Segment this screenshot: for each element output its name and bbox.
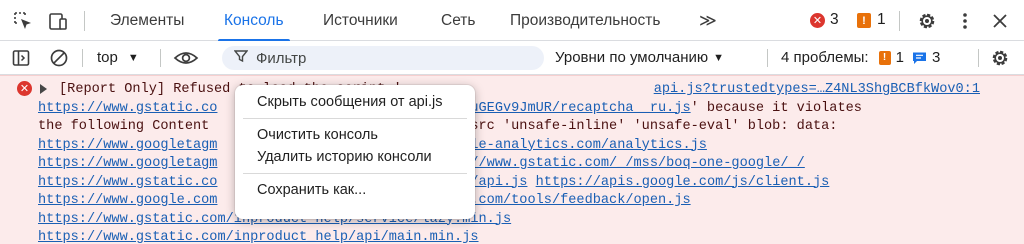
console-toolbar: top ▼ Фильтр Уровни по умолчанию ▼ 4 про… (0, 41, 1024, 75)
more-tabs-icon[interactable]: ≫ (699, 0, 717, 41)
menu-separator (243, 173, 467, 174)
divider (82, 49, 83, 67)
message-text-fragment: ' because it violates (690, 100, 862, 116)
message-line: https://www.gstatic.com/inproduct_help/a… (38, 229, 479, 244)
device-toolbar-icon[interactable] (45, 8, 71, 34)
tab-sources[interactable]: Источники (323, 0, 398, 41)
message-text-fragment: the following Content (38, 119, 218, 134)
menu-item-hide-messages[interactable]: Скрыть сообщения от api.js (235, 91, 475, 113)
dropdown-arrow-icon: ▼ (127, 51, 139, 64)
issues-counter[interactable]: 4 проблемы: ! 1 3 (781, 41, 940, 74)
select-element-icon[interactable] (10, 8, 36, 34)
url-link[interactable]: https://www.googletagm (38, 156, 217, 171)
url-link[interactable]: https://www.gstatic.com/_/mss/boq-one-go… (421, 156, 804, 171)
filter-funnel-icon (233, 49, 249, 67)
show-sidebar-icon[interactable] (11, 41, 31, 74)
warning-icon[interactable]: ! (857, 13, 871, 28)
tab-console[interactable]: Консоль (218, 0, 290, 42)
menu-separator (243, 118, 467, 119)
context-menu: Скрыть сообщения от api.js Очистить конс… (235, 85, 475, 219)
log-levels-label: Уровни по умолчанию (555, 49, 709, 66)
issues-label: 4 проблемы: (781, 49, 869, 66)
tab-network[interactable]: Сеть (441, 0, 475, 41)
error-icon: ✕ (17, 81, 32, 96)
live-expression-eye-icon[interactable] (173, 41, 199, 74)
filter-placeholder: Фильтр (256, 49, 307, 67)
log-levels-dropdown[interactable]: Уровни по умолчанию ▼ (555, 41, 724, 74)
menu-item-clear-history[interactable]: Удалить историю консоли (235, 146, 475, 168)
info-message-icon (912, 51, 927, 65)
warning-count[interactable]: 1 (877, 11, 886, 29)
issues-info-count: 3 (931, 49, 941, 66)
error-icon[interactable]: ✕ (810, 13, 825, 28)
tab-elements[interactable]: Элементы (110, 0, 184, 41)
url-link[interactable]: https://apis.google.com/js/client.js (536, 175, 830, 190)
clear-console-icon[interactable] (49, 41, 69, 74)
warning-icon: ! (878, 50, 891, 65)
more-options-icon[interactable] (952, 8, 978, 34)
divider (160, 49, 161, 67)
divider (899, 11, 900, 31)
divider (978, 49, 979, 67)
url-link[interactable]: https://www.google.com (38, 193, 217, 208)
settings-gear-icon[interactable] (914, 8, 940, 34)
tab-performance[interactable]: Производительность (510, 0, 660, 41)
issues-warning-count: 1 (895, 49, 904, 66)
menu-item-clear-console[interactable]: Очистить консоль (235, 124, 475, 146)
devtools-tab-bar: Элементы Консоль Источники Сеть Производ… (0, 0, 1024, 42)
url-link[interactable]: https://www.gstatic.co (38, 101, 217, 116)
console-error-message[interactable]: ✕ api.js?trustedtypes=…Z4NL3ShgBCBfkWov0… (0, 75, 1024, 244)
context-selector[interactable]: top ▼ (97, 41, 139, 74)
menu-item-save-as[interactable]: Сохранить как... (235, 179, 475, 201)
expand-triangle-icon[interactable] (40, 84, 47, 94)
context-selector-value: top (97, 49, 118, 66)
console-settings-gear-icon[interactable] (989, 41, 1011, 74)
close-icon[interactable] (987, 8, 1013, 34)
divider (84, 11, 85, 31)
message-text-fragment (527, 175, 535, 190)
url-link[interactable]: https://www.gstatic.com/inproduct_help/a… (38, 230, 479, 244)
error-count[interactable]: 3 (830, 11, 839, 29)
dropdown-arrow-icon: ▼ (713, 51, 725, 64)
filter-input[interactable]: Фильтр (222, 46, 544, 70)
source-location-link[interactable]: api.js?trustedtypes=…Z4NL3ShgBCBfkWov0:1 (654, 81, 980, 100)
url-link[interactable]: https://www.gstatic.co (38, 175, 217, 190)
divider (767, 49, 768, 67)
url-link[interactable]: https://www.googletagm (38, 138, 217, 153)
